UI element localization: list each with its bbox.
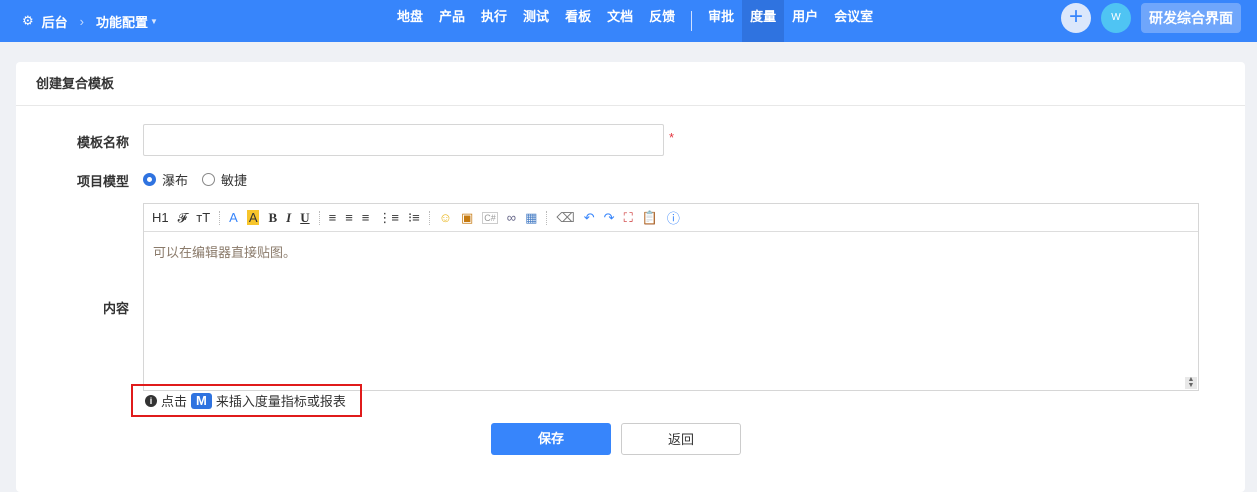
content-label: 内容	[102, 301, 129, 316]
font-size-button[interactable]: ᴛT	[196, 210, 210, 225]
radio-checked-icon	[143, 173, 156, 186]
nav-doc[interactable]: 文档	[599, 0, 641, 42]
nav-dashboard[interactable]: 地盘	[389, 0, 431, 42]
font-color-button[interactable]: A	[229, 210, 238, 225]
radio-waterfall[interactable]: 瀑布	[143, 170, 188, 189]
unordered-list-icon[interactable]: ⁝≡	[408, 210, 420, 226]
section-dropdown[interactable]: 功能配置	[96, 12, 148, 31]
name-label: 模板名称	[76, 135, 129, 150]
insert-metric-hint: i 点击 M 来插入度量指标或报表	[131, 384, 362, 417]
create-plus-button[interactable]: +	[1061, 3, 1091, 33]
redo-icon[interactable]: ↷	[604, 210, 615, 226]
caret-down-icon: ▼	[150, 16, 158, 26]
nav-execution[interactable]: 执行	[473, 0, 515, 42]
nav-metrics[interactable]: 度量	[742, 0, 785, 42]
code-icon[interactable]: C#	[482, 211, 498, 224]
editor-placeholder: 可以在编辑器直接贴图。	[153, 245, 297, 260]
nav-test[interactable]: 测试	[515, 0, 557, 42]
page-title: 创建复合模板	[16, 62, 1245, 106]
radio-unchecked-icon	[202, 173, 216, 186]
hint-suffix: 来插入度量指标或报表	[215, 394, 346, 409]
save-button[interactable]: 保存	[491, 423, 611, 455]
radio-agile[interactable]: 敏捷	[202, 170, 247, 189]
radio-label: 敏捷	[221, 173, 248, 188]
align-center-icon[interactable]: ≡	[345, 210, 353, 225]
emoji-icon[interactable]: ☺	[439, 210, 452, 225]
eraser-icon[interactable]: ⌫	[556, 210, 574, 226]
back-button[interactable]: 返回	[621, 423, 741, 455]
nav-feedback[interactable]: 反馈	[641, 0, 683, 42]
hint-prefix: 点击	[161, 394, 188, 409]
insert-metric-button[interactable]: M	[191, 392, 212, 409]
nav-meeting-room[interactable]: 会议室	[826, 0, 881, 42]
underline-button[interactable]: U	[300, 210, 309, 226]
gear-icon: ⚙	[22, 13, 34, 28]
help-icon[interactable]: ⓘ	[667, 208, 680, 227]
nav-users[interactable]: 用户	[784, 0, 826, 42]
italic-button[interactable]: I	[286, 210, 291, 226]
required-mark: *	[669, 130, 675, 145]
nav-product[interactable]: 产品	[431, 0, 473, 42]
nav-kanban[interactable]: 看板	[557, 0, 599, 42]
fullscreen-icon[interactable]: ⛶	[624, 210, 633, 226]
top-navbar: ⚙ 后台 › 功能配置 ▼ 地盘 产品 执行 测试 看板 文档 反馈 审批 度量…	[0, 0, 1257, 42]
paste-icon[interactable]: 📋	[642, 210, 658, 226]
undo-icon[interactable]: ↶	[584, 210, 595, 226]
info-icon: i	[145, 394, 157, 407]
template-name-input[interactable]	[143, 124, 664, 156]
radio-label: 瀑布	[162, 173, 189, 188]
chevron-right-icon: ›	[79, 13, 85, 29]
resize-handle-icon[interactable]: ▲ ▼	[1185, 376, 1197, 389]
table-icon[interactable]: ▦	[525, 210, 537, 226]
background-color-button[interactable]: A	[246, 210, 260, 225]
link-icon[interactable]: ∞	[507, 210, 516, 225]
create-template-form: 创建复合模板 模板名称 * 项目模型 瀑布 敏捷 内容 H1 𝓕 ᴛT A A …	[16, 62, 1245, 492]
heading-button[interactable]: H1	[152, 210, 169, 225]
editor-toolbar: H1 𝓕 ᴛT A A B I U ≡ ≡ ≡ ⋮≡ ⁝≡ ☺ ▣ C# ∞ ▦…	[144, 204, 1198, 232]
avatar[interactable]: W	[1101, 3, 1131, 33]
model-label: 项目模型	[76, 174, 129, 189]
workspace-button[interactable]: 研发综合界面	[1141, 3, 1241, 33]
align-right-icon[interactable]: ≡	[362, 210, 370, 225]
rich-text-editor[interactable]: H1 𝓕 ᴛT A A B I U ≡ ≡ ≡ ⋮≡ ⁝≡ ☺ ▣ C# ∞ ▦…	[143, 203, 1199, 391]
nav-approval[interactable]: 审批	[700, 0, 742, 42]
bold-button[interactable]: B	[268, 210, 277, 226]
image-icon[interactable]: ▣	[461, 210, 473, 226]
home-link[interactable]: 后台	[42, 12, 68, 31]
ordered-list-icon[interactable]: ⋮≡	[378, 210, 399, 226]
font-family-button[interactable]: 𝓕	[178, 210, 188, 226]
nav-divider	[691, 11, 693, 31]
align-left-icon[interactable]: ≡	[329, 210, 337, 225]
